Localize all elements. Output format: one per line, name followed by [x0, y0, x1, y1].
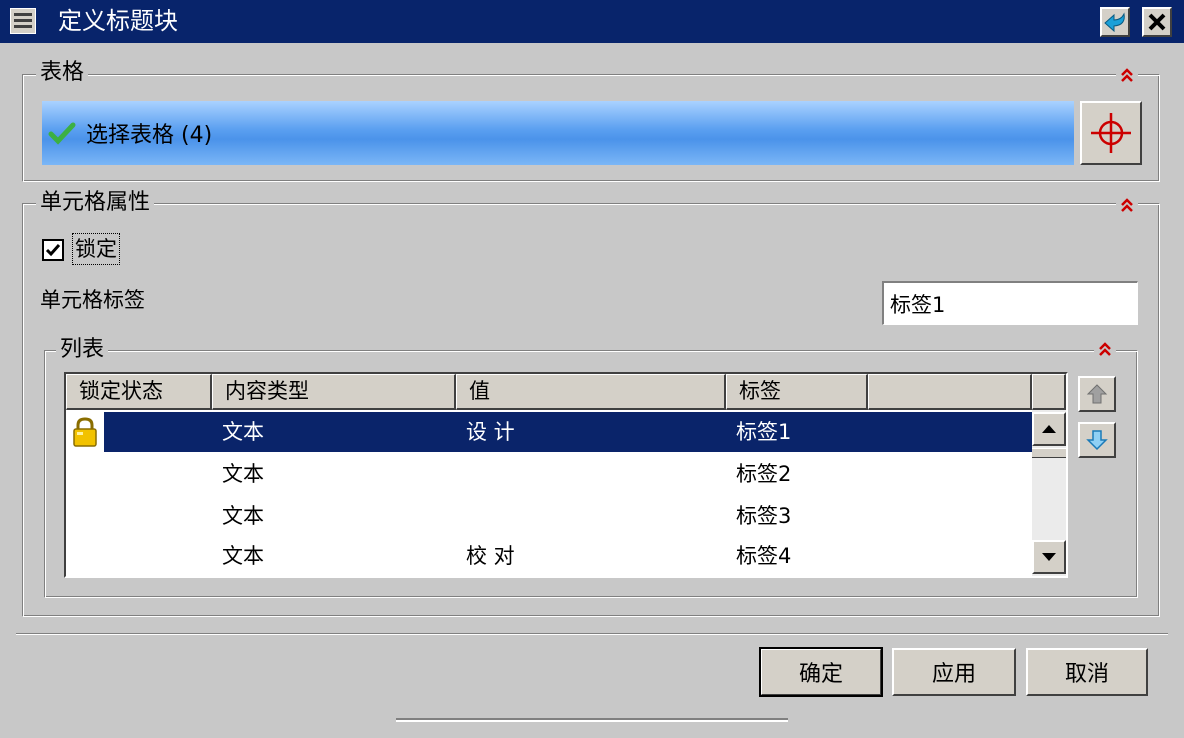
system-menu-icon[interactable]: [10, 8, 36, 34]
padlock-icon: [73, 417, 97, 447]
list-table: 锁定状态 内容类型 值 标签 文本 设 计 标签1 文本 标签2 文本 标签3 …: [64, 372, 1068, 578]
column-header-extra[interactable]: [868, 374, 1032, 410]
cell-type: 文本: [222, 462, 264, 486]
column-header-lock-state[interactable]: 锁定状态: [66, 374, 212, 410]
column-header-content-type[interactable]: 内容类型: [212, 374, 456, 410]
back-button[interactable]: [1100, 7, 1130, 37]
collapse-chevron-icon: [1121, 68, 1133, 82]
cell-label: 标签2: [736, 462, 792, 486]
dialog-separator: [16, 633, 1168, 635]
arrow-up-icon: [1086, 384, 1108, 404]
check-mark-icon: [48, 122, 76, 145]
table-header: 锁定状态 内容类型 值 标签: [66, 374, 1032, 410]
move-up-button[interactable]: [1078, 376, 1116, 412]
cell-props-collapse[interactable]: [1116, 194, 1138, 216]
back-arrow-icon: [1104, 12, 1125, 33]
crosshair-icon: [1091, 113, 1131, 153]
scroll-thumb[interactable]: [1032, 448, 1066, 458]
list-group-title: 列表: [56, 337, 109, 363]
table-group-collapse[interactable]: [1116, 64, 1138, 86]
cell-label: 标签3: [736, 504, 792, 528]
check-mark-icon: [45, 244, 61, 257]
cell-label-caption: 单元格标签: [40, 288, 145, 312]
header-corner: [1032, 374, 1066, 410]
collapse-chevron-icon: [1121, 198, 1133, 212]
lock-checkbox[interactable]: [42, 239, 64, 261]
cell-label: 标签1: [736, 420, 792, 444]
select-target-button[interactable]: [1080, 101, 1142, 165]
move-down-button[interactable]: [1078, 422, 1116, 458]
scroll-down-arrow-icon: [1042, 553, 1056, 561]
lock-checkbox-label[interactable]: 锁定: [72, 233, 120, 265]
close-icon: [1148, 13, 1166, 31]
cell-label-input[interactable]: [882, 281, 1138, 325]
window-title: 定义标题块: [58, 7, 178, 35]
column-header-label[interactable]: 标签: [726, 374, 868, 410]
apply-button[interactable]: 应用: [892, 648, 1016, 696]
table-row[interactable]: 文本 标签3: [66, 496, 1032, 536]
ok-button[interactable]: 确定: [759, 647, 883, 697]
cell-type: 文本: [222, 504, 264, 528]
cancel-button[interactable]: 取消: [1026, 648, 1148, 696]
list-group-collapse[interactable]: [1094, 338, 1116, 360]
scroll-down-button[interactable]: [1032, 540, 1066, 574]
scroll-up-arrow-icon: [1042, 425, 1056, 433]
table-row[interactable]: 文本 标签2: [66, 454, 1032, 494]
column-header-value[interactable]: 值: [456, 374, 726, 410]
arrow-down-icon: [1086, 430, 1108, 451]
select-table-label: 选择表格 (4): [86, 123, 213, 148]
cell-type: 文本: [222, 420, 264, 444]
cell-label: 标签4: [736, 544, 792, 568]
cell-value: 校 对: [466, 544, 515, 568]
select-table-bar[interactable]: 选择表格 (4): [42, 101, 1074, 165]
resize-grip[interactable]: [396, 718, 788, 722]
cell-props-title: 单元格属性: [36, 190, 155, 216]
title-bar: 定义标题块: [0, 0, 1184, 43]
cell-value: 设 计: [466, 420, 515, 444]
scroll-up-button[interactable]: [1032, 412, 1066, 446]
cell-type: 文本: [222, 544, 264, 568]
close-button[interactable]: [1142, 7, 1172, 37]
table-group-title: 表格: [36, 60, 89, 86]
collapse-chevron-icon: [1099, 342, 1111, 356]
table-row[interactable]: 文本 设 计 标签1: [66, 412, 1032, 452]
table-row[interactable]: 文本 校 对 标签4: [66, 536, 1032, 576]
table-scrollbar[interactable]: [1032, 410, 1066, 576]
